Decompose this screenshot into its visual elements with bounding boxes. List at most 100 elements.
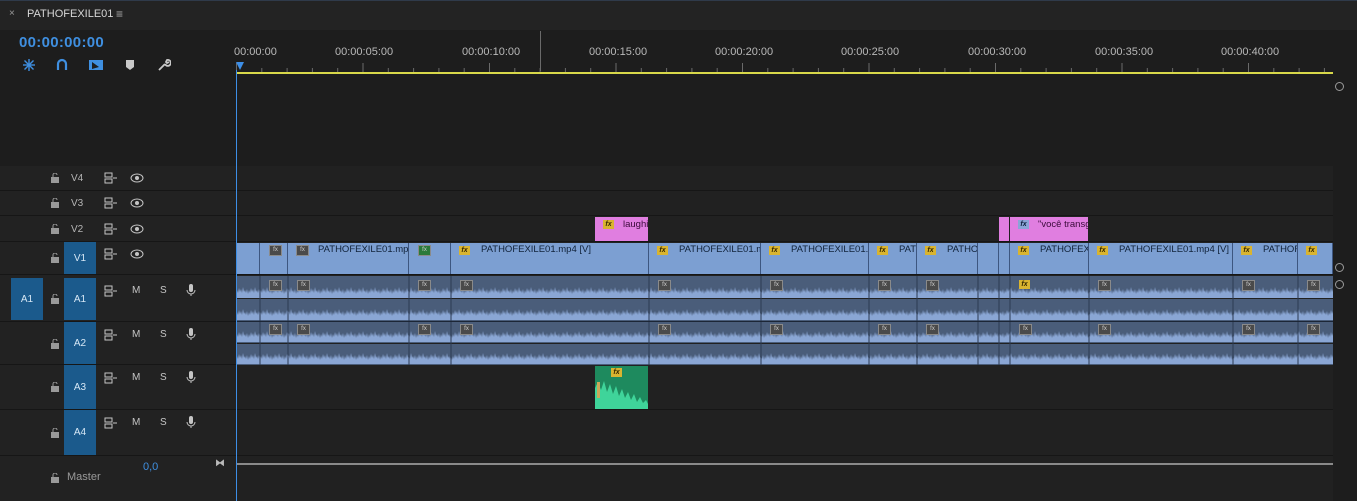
fx-badge: fx bbox=[925, 246, 936, 255]
fx-badge: fx bbox=[418, 245, 431, 256]
audio-waveforms bbox=[236, 276, 1333, 365]
lock-icon[interactable] bbox=[50, 381, 60, 392]
vertical-zoom-handle-icon[interactable] bbox=[1335, 82, 1344, 91]
ruler-label: 00:00:25:00 bbox=[841, 46, 900, 58]
video-clip[interactable] bbox=[999, 243, 1010, 274]
video-clip[interactable]: fx bbox=[260, 243, 288, 274]
playhead-timecode[interactable]: 00:00:00:00 bbox=[19, 34, 104, 51]
fx-badge: fx bbox=[1019, 280, 1030, 289]
fx-badge: fx bbox=[1241, 246, 1252, 255]
lock-icon[interactable] bbox=[50, 172, 60, 183]
clip-label: PATHOFEXILI bbox=[1040, 244, 1089, 255]
sync-lock-icon[interactable] bbox=[104, 372, 118, 384]
add-marker-icon[interactable] bbox=[87, 56, 105, 74]
master-collapse-icon[interactable]: ⧓ bbox=[215, 458, 225, 469]
eye-icon[interactable] bbox=[130, 223, 144, 235]
video-clip[interactable]: fx PATHOFEXILE01.mp bbox=[761, 243, 869, 274]
video-clip[interactable]: fx PATHOFEXILE01.mp4 [V] bbox=[451, 243, 649, 274]
track-target-a2[interactable]: A2 bbox=[64, 322, 96, 364]
fx-badge: fx bbox=[926, 324, 939, 335]
sync-lock-icon[interactable] bbox=[104, 248, 118, 260]
lock-icon[interactable] bbox=[50, 338, 60, 349]
lock-icon[interactable] bbox=[50, 472, 60, 483]
source-patch-a1[interactable]: A1 bbox=[11, 278, 43, 320]
mute-button[interactable]: M bbox=[132, 417, 140, 428]
snap-icon[interactable] bbox=[20, 56, 38, 74]
fx-badge: fx bbox=[769, 246, 780, 255]
microphone-icon[interactable] bbox=[185, 283, 199, 296]
ruler-label: 00:00:05:00 bbox=[335, 46, 394, 58]
linked-selection-icon[interactable] bbox=[53, 56, 71, 74]
playhead-line[interactable] bbox=[236, 70, 237, 501]
lock-icon[interactable] bbox=[50, 197, 60, 208]
track-header-a3: A3 M S bbox=[0, 365, 236, 410]
clip-label: PATHOFEXILE01.mp4 [V] bbox=[1119, 244, 1229, 255]
solo-button[interactable]: S bbox=[160, 285, 167, 296]
sequence-tab-title[interactable]: PATHOFEXILE01 bbox=[27, 8, 113, 20]
graphic-clip[interactable]: fx "você transg bbox=[1010, 217, 1088, 241]
video-clip[interactable] bbox=[978, 243, 999, 274]
clip-label: PATHOF bbox=[1263, 244, 1298, 255]
solo-button[interactable]: S bbox=[160, 372, 167, 383]
lock-icon[interactable] bbox=[50, 427, 60, 438]
video-clip[interactable]: fx PATHO bbox=[917, 243, 978, 274]
fx-badge: fx bbox=[459, 246, 470, 255]
audio-clip-a3[interactable]: fx bbox=[595, 366, 648, 409]
sync-lock-icon[interactable] bbox=[104, 172, 118, 184]
clip-label: PATHOFEXILE01.mp bbox=[791, 244, 869, 255]
clip-label: laughi bbox=[623, 219, 648, 230]
microphone-icon[interactable] bbox=[185, 370, 199, 383]
solo-button[interactable]: S bbox=[160, 417, 167, 428]
ruler-label: 00:00:20:00 bbox=[715, 46, 774, 58]
video-clip[interactable]: fx PATHOFEXILE01.mp4 [V] bbox=[288, 243, 409, 274]
sync-lock-icon[interactable] bbox=[104, 329, 118, 341]
eye-icon[interactable] bbox=[130, 172, 144, 184]
lock-icon[interactable] bbox=[50, 252, 60, 263]
video-clip[interactable]: fx PATH bbox=[869, 243, 917, 274]
track-target-a4[interactable]: A4 bbox=[64, 410, 96, 455]
lock-icon[interactable] bbox=[50, 223, 60, 234]
sync-lock-icon[interactable] bbox=[104, 223, 118, 235]
mute-button[interactable]: M bbox=[132, 285, 140, 296]
close-tab-icon[interactable]: × bbox=[9, 8, 15, 19]
lock-icon[interactable] bbox=[50, 293, 60, 304]
video-clip[interactable]: fx PATHOFEXILI bbox=[1010, 243, 1089, 274]
ruler-cursor-line bbox=[540, 31, 541, 71]
wrench-icon[interactable] bbox=[155, 56, 173, 74]
track-target-a1[interactable]: A1 bbox=[64, 278, 96, 320]
mute-button[interactable]: M bbox=[132, 329, 140, 340]
video-clip[interactable]: fx PATHOFEXILE01.mp4 bbox=[649, 243, 761, 274]
video-clip[interactable] bbox=[236, 243, 260, 274]
vertical-zoom-handle-icon[interactable] bbox=[1335, 263, 1344, 272]
fx-badge: fx bbox=[460, 324, 473, 335]
microphone-icon[interactable] bbox=[185, 327, 199, 340]
graphic-clip[interactable]: fx laughi bbox=[595, 217, 648, 241]
fx-badge: fx bbox=[878, 324, 891, 335]
fx-badge: fx bbox=[1307, 280, 1320, 291]
microphone-icon[interactable] bbox=[185, 415, 199, 428]
video-clip[interactable]: fx PATHOFEXILE01.mp4 [V] bbox=[1089, 243, 1233, 274]
eye-icon[interactable] bbox=[130, 197, 144, 209]
fx-badge: fx bbox=[1242, 280, 1255, 291]
sync-lock-icon[interactable] bbox=[104, 197, 118, 209]
mute-button[interactable]: M bbox=[132, 372, 140, 383]
solo-button[interactable]: S bbox=[160, 329, 167, 340]
video-clip[interactable]: fx PATHOF bbox=[1233, 243, 1298, 274]
graphic-clip[interactable] bbox=[999, 217, 1009, 241]
video-clip[interactable]: fx bbox=[409, 243, 451, 274]
video-clip[interactable]: fx bbox=[1298, 243, 1333, 274]
eye-icon[interactable] bbox=[130, 248, 144, 260]
sync-lock-icon[interactable] bbox=[104, 285, 118, 297]
master-volume-value[interactable]: 0,0 bbox=[143, 461, 158, 473]
fx-badge: fx bbox=[1019, 324, 1032, 335]
fx-badge: fx bbox=[418, 280, 431, 291]
sync-lock-icon[interactable] bbox=[104, 417, 118, 429]
ruler-label: 00:00:15:00 bbox=[589, 46, 648, 58]
vertical-zoom-handle-icon[interactable] bbox=[1335, 280, 1344, 289]
marker-icon[interactable] bbox=[121, 56, 139, 74]
panel-menu-icon[interactable]: ≡ bbox=[116, 7, 123, 21]
track-target-a3[interactable]: A3 bbox=[64, 365, 96, 409]
master-volume-line[interactable] bbox=[236, 463, 1333, 465]
track-target-v1[interactable]: V1 bbox=[64, 242, 96, 274]
playhead-handle[interactable] bbox=[236, 62, 244, 70]
